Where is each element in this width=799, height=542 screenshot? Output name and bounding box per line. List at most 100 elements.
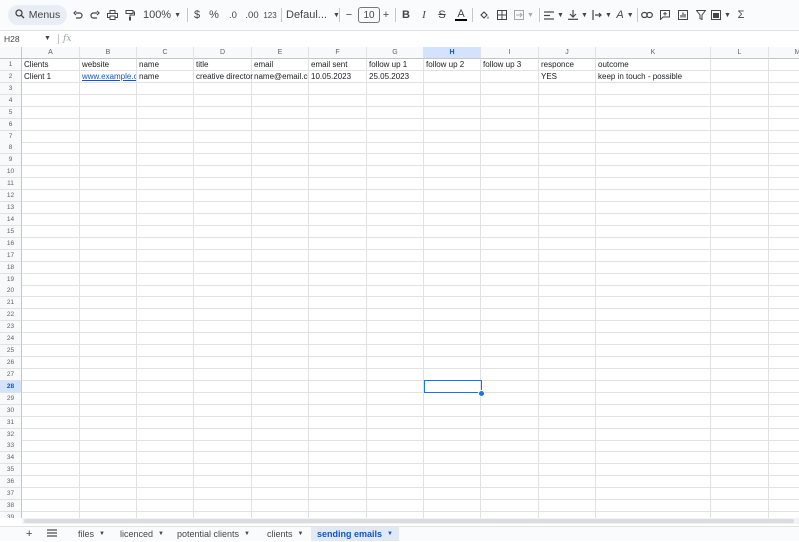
cell[interactable] <box>137 82 194 95</box>
cell[interactable] <box>194 178 252 191</box>
cell[interactable] <box>539 82 596 95</box>
cell[interactable] <box>367 249 424 262</box>
cell[interactable] <box>481 142 539 155</box>
cell[interactable] <box>309 416 367 429</box>
cell[interactable] <box>137 428 194 441</box>
sheet-tab[interactable]: clients ▼ <box>261 527 309 541</box>
cell[interactable] <box>424 357 481 369</box>
cell[interactable] <box>367 94 424 107</box>
cell[interactable] <box>22 476 80 489</box>
cell[interactable] <box>22 106 80 119</box>
cell[interactable] <box>769 369 799 381</box>
cell[interactable]: keep in touch - possible <box>596 70 711 83</box>
cell[interactable] <box>539 106 596 119</box>
cell[interactable] <box>711 297 769 310</box>
cell[interactable] <box>22 488 80 501</box>
column-header-c[interactable]: C <box>137 47 194 59</box>
font-size-input[interactable]: 10 <box>358 7 380 23</box>
cell[interactable] <box>252 392 309 405</box>
cell[interactable] <box>711 321 769 334</box>
cell[interactable] <box>309 345 367 358</box>
cell[interactable] <box>309 94 367 107</box>
paint-format-icon[interactable] <box>123 5 137 25</box>
cell[interactable] <box>309 154 367 167</box>
cell[interactable] <box>596 440 711 453</box>
cell[interactable] <box>194 94 252 107</box>
cell[interactable] <box>137 142 194 155</box>
cell[interactable] <box>367 333 424 346</box>
cell[interactable] <box>309 452 367 465</box>
cell[interactable] <box>711 106 769 119</box>
filter-icon[interactable] <box>694 5 708 25</box>
cell[interactable]: YES <box>539 70 596 83</box>
cell[interactable] <box>309 440 367 453</box>
cell[interactable] <box>80 297 137 310</box>
cell[interactable] <box>309 297 367 310</box>
cell[interactable] <box>424 94 481 107</box>
cell[interactable] <box>194 380 252 393</box>
cell[interactable] <box>252 476 309 489</box>
cell[interactable] <box>80 237 137 250</box>
cell[interactable] <box>481 261 539 274</box>
zoom-select[interactable]: 100% ▼ <box>141 5 183 25</box>
cell[interactable] <box>367 488 424 501</box>
cell[interactable] <box>194 452 252 465</box>
cell[interactable] <box>194 297 252 310</box>
cell[interactable] <box>769 321 799 334</box>
cell[interactable] <box>367 392 424 405</box>
cell[interactable] <box>137 225 194 238</box>
cell[interactable] <box>137 261 194 274</box>
cell[interactable] <box>596 130 711 143</box>
cell[interactable] <box>80 190 137 203</box>
cell[interactable] <box>769 500 799 513</box>
menus-search-button[interactable]: Menus <box>8 5 67 25</box>
cell[interactable] <box>481 166 539 179</box>
cell[interactable] <box>194 82 252 95</box>
cell[interactable] <box>80 404 137 417</box>
cell[interactable] <box>194 500 252 513</box>
column-header-l[interactable]: L <box>711 47 769 59</box>
cell[interactable] <box>367 142 424 155</box>
cell[interactable] <box>596 297 711 310</box>
cell[interactable] <box>22 392 80 405</box>
cell[interactable]: email sent <box>309 59 367 71</box>
cell[interactable] <box>22 178 80 191</box>
cell[interactable] <box>22 94 80 107</box>
cell[interactable] <box>22 130 80 143</box>
cell[interactable] <box>194 237 252 250</box>
cell[interactable] <box>769 285 799 298</box>
cell[interactable] <box>137 452 194 465</box>
sheet-tab[interactable]: files ▼ <box>72 527 111 541</box>
cell[interactable] <box>769 393 799 405</box>
add-sheet-icon[interactable]: + <box>26 527 32 541</box>
cell[interactable] <box>424 476 481 489</box>
cell[interactable] <box>596 464 711 477</box>
cell[interactable] <box>309 464 367 477</box>
cell[interactable] <box>80 452 137 465</box>
cell[interactable] <box>194 213 252 226</box>
decrease-decimal-button[interactable]: .0 <box>225 5 241 25</box>
cell[interactable] <box>769 238 799 250</box>
cell[interactable] <box>367 297 424 310</box>
cell[interactable] <box>539 94 596 107</box>
cell[interactable] <box>539 464 596 477</box>
cell[interactable] <box>194 404 252 417</box>
cell[interactable] <box>252 380 309 393</box>
cell[interactable] <box>596 404 711 417</box>
cell[interactable] <box>424 321 481 334</box>
cell[interactable] <box>424 488 481 501</box>
cell[interactable] <box>711 82 769 95</box>
cell[interactable] <box>481 464 539 477</box>
cell[interactable] <box>539 118 596 131</box>
cell[interactable] <box>309 213 367 226</box>
chevron-down-icon[interactable]: ▼ <box>298 527 304 542</box>
row-header[interactable]: 3 <box>0 82 22 95</box>
cell[interactable] <box>596 392 711 405</box>
font-family-select[interactable]: Defaul... ▼ <box>286 5 340 25</box>
cell[interactable] <box>769 488 799 501</box>
cell[interactable] <box>539 476 596 489</box>
cell[interactable] <box>22 309 80 322</box>
row-header[interactable]: 32 <box>0 428 22 441</box>
cell[interactable] <box>481 249 539 262</box>
column-header-h[interactable]: H <box>424 47 481 59</box>
